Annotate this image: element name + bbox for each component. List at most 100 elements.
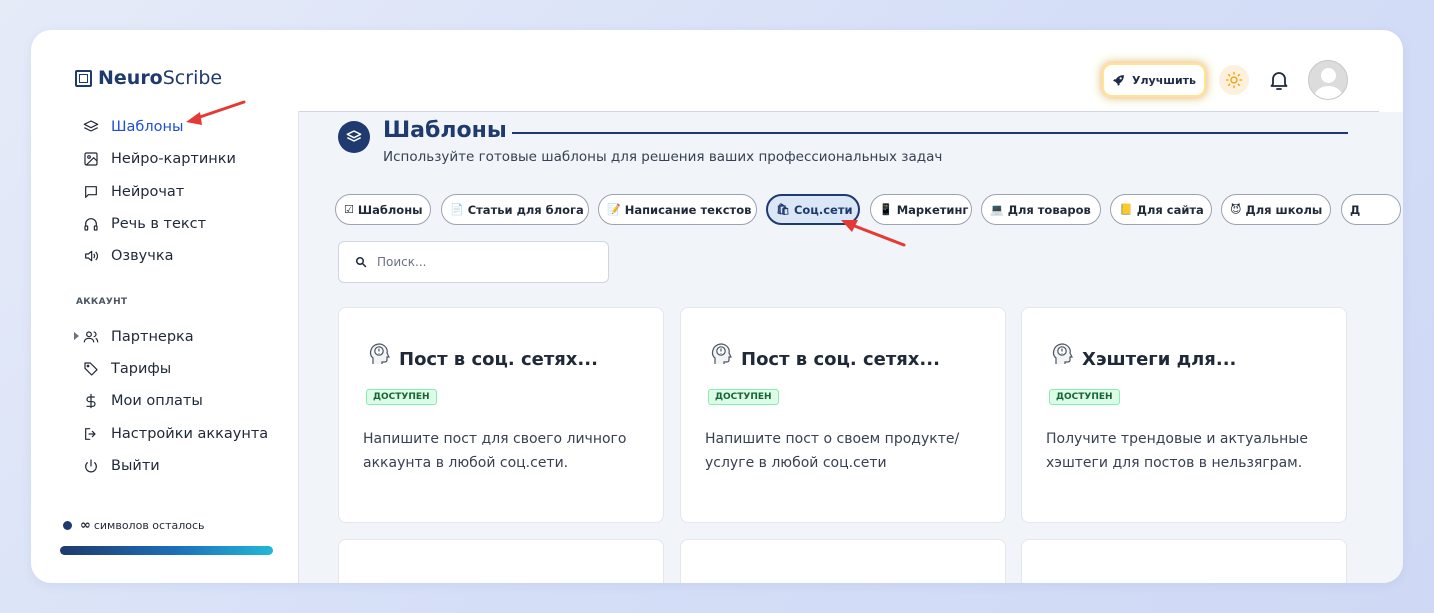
sidebar-item-label: Озвучка — [111, 248, 174, 264]
tag-icon — [83, 361, 99, 377]
sidebar-item-label: Настройки аккаунта — [111, 426, 269, 442]
search-box[interactable] — [338, 241, 609, 283]
chars-remaining: ∞ символов осталось — [63, 518, 205, 533]
sidebar-item-label: Шаблоны — [111, 119, 184, 135]
card-description: Напишите пост для своего личного аккаунт… — [363, 431, 627, 471]
category-chip-label: Соц.сети — [793, 202, 853, 217]
chars-label: символов осталось — [93, 519, 205, 532]
account-section-label: АККАУНТ — [76, 297, 128, 307]
app-window: NeuroScribe Улучшить Шаблоны Нейро-карти… — [31, 30, 1403, 583]
search-input[interactable] — [377, 255, 577, 269]
sidebar-item-account-settings[interactable]: Настройки аккаунта — [83, 424, 268, 444]
category-chip-marketing[interactable]: 📱 Маркетинг — [870, 194, 972, 225]
page-title-icon — [338, 121, 370, 153]
upgrade-label: Улучшить — [1132, 73, 1196, 87]
power-icon — [83, 458, 99, 474]
headphones-icon — [83, 216, 99, 232]
category-chip-label: Шаблоны — [357, 202, 423, 217]
layers-icon — [83, 119, 99, 135]
sidebar-item-neurochat[interactable]: Нейрочат — [83, 182, 184, 202]
sidebar-item-label: Нейро-картинки — [111, 151, 236, 167]
category-chip-social[interactable]: 🛍 Соц.сети — [766, 194, 860, 225]
template-card[interactable]: Хэштеги для... ДОСТУПЕН Получите трендов… — [1021, 307, 1347, 523]
dollar-icon — [83, 393, 99, 409]
idea-head-icon — [711, 343, 732, 364]
laptop-icon: 💻 — [990, 203, 1004, 216]
category-chip-label: Для школы — [1245, 202, 1323, 217]
sidebar-item-partner[interactable]: Партнерка — [83, 327, 194, 347]
sun-icon — [1225, 71, 1243, 89]
theme-toggle-button[interactable] — [1219, 65, 1249, 95]
category-chip-label: Д — [1350, 202, 1361, 217]
search-icon — [356, 257, 367, 268]
category-chip-website[interactable]: 📒 Для сайта — [1110, 194, 1212, 225]
brand-logo[interactable]: NeuroScribe — [75, 67, 222, 89]
template-card[interactable] — [1021, 539, 1347, 583]
category-chip-school[interactable]: 😈 Для школы — [1221, 194, 1331, 225]
category-chip-templates[interactable]: ☑ Шаблоны — [335, 194, 431, 225]
category-chip-blog-articles[interactable]: 📄 Статьи для блога — [441, 194, 589, 225]
category-chip-label: Для товаров — [1007, 202, 1091, 217]
title-divider — [512, 132, 1348, 134]
category-chip-copywriting[interactable]: 📝 Написание текстов — [598, 194, 757, 225]
card-description: Напишите пост о своем продукте/услуге в … — [705, 431, 960, 471]
ledger-icon: 📒 — [1119, 203, 1133, 216]
sidebar-item-label: Партнерка — [111, 329, 194, 345]
sidebar-item-label: Тарифы — [111, 361, 172, 377]
status-dot — [63, 521, 72, 530]
sidebar-item-tariffs[interactable]: Тарифы — [83, 359, 171, 379]
chars-progress-fill — [60, 546, 273, 555]
phone-icon: 📱 — [879, 203, 893, 216]
sidebar-item-speech-to-text[interactable]: Речь в текст — [83, 214, 206, 234]
layers-icon — [346, 130, 362, 142]
document-icon: 📄 — [450, 203, 464, 216]
sidebar-item-label: Речь в текст — [111, 216, 207, 232]
page-title: Шаблоны — [383, 118, 507, 143]
category-chip-label: Маркетинг — [896, 202, 969, 217]
settings-icon — [83, 426, 99, 442]
chat-icon — [83, 184, 99, 200]
sidebar-item-templates[interactable]: Шаблоны — [83, 117, 183, 137]
template-card[interactable] — [338, 539, 664, 583]
memo-icon: 📝 — [607, 203, 621, 216]
idea-head-icon — [369, 343, 390, 364]
sidebar-divider — [298, 111, 299, 583]
sidebar-item-label: Нейрочат — [111, 184, 185, 200]
card-title: Пост в соц. сетях... — [741, 349, 940, 370]
idea-head-icon — [1052, 343, 1073, 364]
template-card[interactable]: Пост в соц. сетях... ДОСТУПЕН Напишите п… — [338, 307, 664, 523]
checkbox-icon: ☑ — [344, 203, 354, 216]
card-title: Хэштеги для... — [1082, 349, 1237, 370]
template-card[interactable]: Пост в соц. сетях... ДОСТУПЕН Напишите п… — [680, 307, 1006, 523]
sidebar-item-label: Мои оплаты — [111, 393, 203, 409]
chars-progress-bar — [60, 546, 273, 555]
category-chip-more[interactable]: Д — [1341, 194, 1401, 225]
shopping-bags-icon: 🛍 — [776, 203, 790, 216]
card-title: Пост в соц. сетях... — [399, 349, 598, 370]
expand-caret-icon[interactable] — [74, 332, 79, 340]
category-chip-label: Для сайта — [1136, 202, 1204, 217]
category-chip-label: Статьи для блога — [467, 202, 584, 217]
card-description: Получите трендовые и актуальные хэштеги … — [1046, 431, 1308, 471]
avatar[interactable] — [1308, 60, 1348, 100]
category-chip-products[interactable]: 💻 Для товаров — [981, 194, 1101, 225]
template-card[interactable] — [680, 539, 1006, 583]
category-filter-bar: ☑ Шаблоны 📄 Статьи для блога 📝 Написание те… — [335, 194, 1403, 226]
speaker-icon — [83, 248, 99, 264]
sidebar-item-neuro-images[interactable]: Нейро-картинки — [83, 149, 236, 169]
status-badge: ДОСТУПЕН — [708, 389, 779, 405]
brand-name-light: Scribe — [162, 67, 223, 89]
bell-icon[interactable] — [1267, 68, 1291, 92]
sidebar-item-label: Выйти — [111, 458, 160, 474]
category-chip-label: Написание текстов — [624, 202, 752, 217]
upgrade-button[interactable]: Улучшить — [1104, 65, 1204, 95]
sidebar-item-voiceover[interactable]: Озвучка — [83, 246, 173, 266]
chars-value: ∞ — [80, 518, 91, 533]
devil-icon: 😈 — [1230, 203, 1242, 216]
page-subtitle: Используйте готовые шаблоны для решения … — [383, 149, 943, 165]
rocket-icon — [1113, 74, 1124, 86]
sidebar-item-logout[interactable]: Выйти — [83, 456, 160, 476]
status-badge: ДОСТУПЕН — [366, 389, 437, 405]
sidebar-item-payments[interactable]: Мои оплаты — [83, 391, 203, 411]
users-icon — [83, 329, 99, 345]
